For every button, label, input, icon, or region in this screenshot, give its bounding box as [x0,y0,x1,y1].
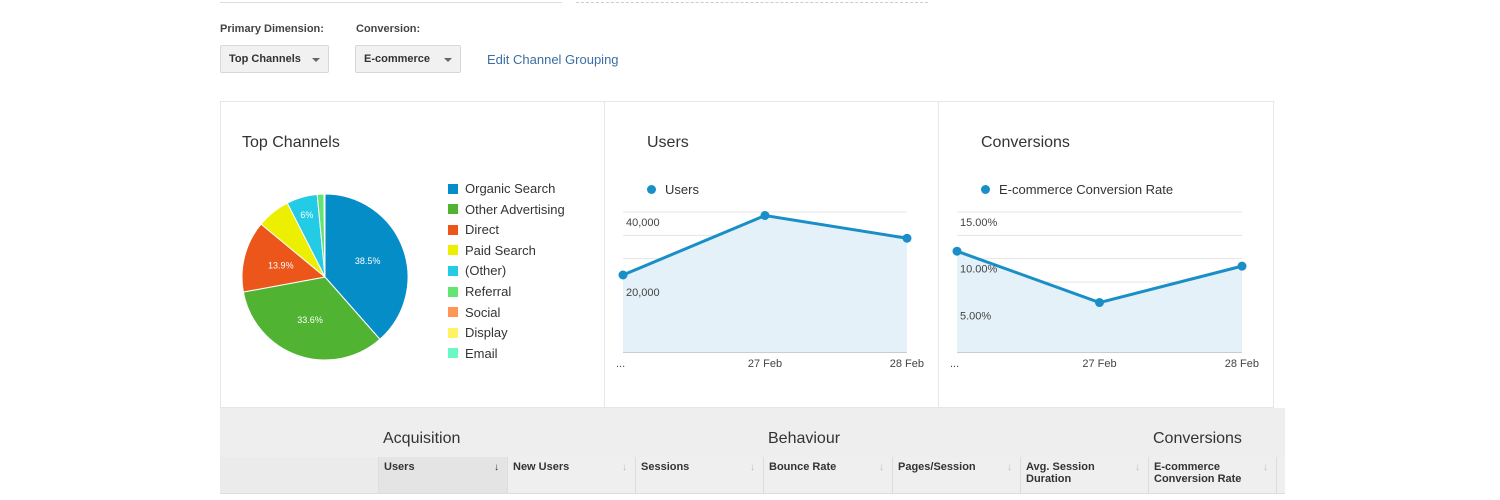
header-new-users-label: New Users [513,461,570,473]
x-tick-label: 28 Feb [1225,358,1259,370]
pie-chart-title: Top Channels [242,134,340,151]
header-next-column[interactable] [1276,457,1285,493]
conversions-group-title: Conversions [1153,430,1242,447]
header-users-label: Users [384,461,415,473]
header-ecommerce-conversion-rate[interactable]: E-commerce Conversion Rate ↓ [1148,457,1276,493]
pie-slice-label: 33.6% [297,315,323,325]
primary-dimension-value: Top Channels [229,53,301,65]
data-point[interactable] [902,233,912,243]
legend-item[interactable]: Paid Search [448,243,536,258]
data-point[interactable] [1095,298,1104,308]
header-pages-session-label: Pages/Session [898,461,976,473]
data-point[interactable] [618,270,628,280]
top-input-edge [220,0,562,3]
chevron-down-icon [444,58,452,62]
data-point[interactable] [1237,261,1247,271]
header-ecommerce-conversion-rate-label: E-commerce Conversion Rate [1154,461,1242,485]
area-fill [623,215,907,352]
pie-chart: 38.5% 33.6% 13.9% 6% [241,193,409,361]
header-sessions-label: Sessions [641,461,690,473]
header-new-users[interactable]: New Users ↓ [507,457,635,493]
legend-swatch-icon [448,245,458,256]
legend-label: Organic Search [465,181,556,196]
header-avg-session-duration-label: Avg. Session Duration [1026,461,1095,485]
sort-icon: ↓ [1135,462,1140,473]
legend-label: Direct [465,222,499,238]
chevron-down-icon [312,58,320,62]
data-point[interactable] [952,246,962,256]
legend-item[interactable]: Social [448,305,500,320]
legend-item[interactable]: Email [448,346,498,361]
x-tick-label: ... [950,358,959,370]
legend-item[interactable]: Direct [448,222,499,237]
users-line-chart: 40,000 20,000... 27 Feb 28 Feb [616,211,924,370]
data-point[interactable] [760,211,770,220]
table-first-row [220,493,1285,500]
legend-label: Other Advertising [465,201,565,217]
pie-slice-label: 38.5% [355,256,381,266]
legend-swatch-icon [448,224,458,235]
x-tick-label: 28 Feb [890,358,924,370]
header-sessions[interactable]: Sessions ↓ [635,457,763,493]
data-table-header: Acquisition Behaviour Conversions Users … [220,408,1285,500]
sort-icon: ↓ [750,462,755,473]
sort-desc-icon: ↓ [494,462,499,473]
legend-label: Social [465,304,501,320]
legend-item[interactable]: Other Advertising [448,202,565,217]
primary-dimension-label: Primary Dimension: [220,23,324,35]
header-bounce-rate-label: Bounce Rate [769,461,837,473]
conversions-panel: Conversions E-commerce Conversion Rate 1… [938,101,1274,408]
y-tick-label: 10.00% [960,264,998,276]
primary-dimension-dropdown[interactable]: Top Channels [220,45,329,73]
sort-icon: ↓ [622,462,627,473]
legend-swatch-icon [448,204,458,215]
conversions-line-chart: 15.00% 10.00% 5.00%... 27 Feb 28 Feb [950,211,1259,370]
y-tick-label: 40,000 [626,217,660,229]
legend-swatch-icon [448,183,458,194]
acquisition-group-title: Acquisition [383,430,461,447]
x-tick-label: 27 Feb [1082,358,1116,370]
behaviour-group-title: Behaviour [768,430,841,447]
pie-slice-label: 13.9% [268,261,294,271]
legend-item[interactable]: Display [448,325,508,340]
pie-slice-label: 6% [300,210,313,220]
legend-label: Referral [465,284,512,299]
legend-label: Display [465,325,508,341]
top-channels-panel: Top Channels 38.5% 33.6% 13.9% 6% Organic S… [220,101,605,408]
top-dashed-edge [576,0,928,3]
legend-item[interactable]: (Other) [448,263,506,278]
legend-item[interactable]: Organic Search [448,181,555,196]
sort-icon: ↓ [1007,462,1012,473]
sort-icon: ↓ [1263,462,1268,473]
x-tick-label: 27 Feb [748,358,782,370]
legend-swatch-icon [448,286,458,297]
legend-swatch-icon [448,307,458,318]
legend-label: (Other) [465,263,507,279]
conversion-value: E-commerce [364,53,431,65]
y-tick-label: 20,000 [626,287,660,299]
legend-label: Paid Search [465,242,536,258]
legend-item[interactable]: Referral [448,284,511,299]
y-tick-label: 5.00% [960,310,991,322]
legend-swatch-icon [448,348,458,359]
header-bounce-rate[interactable]: Bounce Rate ↓ [763,457,892,493]
users-panel: Users Users 40,000 20,000... 27 Feb 28 Feb [604,101,939,408]
edit-channel-grouping-link[interactable]: Edit Channel Grouping [487,52,619,67]
legend-label: Email [465,345,498,361]
legend-swatch-icon [448,265,458,276]
y-tick-label: 15.00% [960,217,998,229]
conversion-label: Conversion: [356,23,421,35]
header-users[interactable]: Users ↓ [378,457,507,493]
dimension-header [220,457,378,493]
conversion-dropdown[interactable]: E-commerce [355,45,461,73]
sort-icon: ↓ [879,462,884,473]
header-avg-session-duration[interactable]: Avg. Session Duration ↓ [1020,457,1148,493]
x-tick-label: ... [616,358,625,370]
header-pages-session[interactable]: Pages/Session ↓ [892,457,1020,493]
legend-swatch-icon [448,327,458,338]
